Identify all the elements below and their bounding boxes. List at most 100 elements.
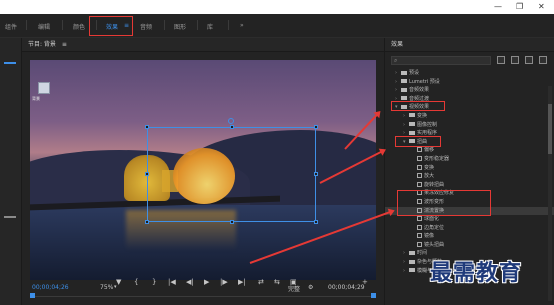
workspace-tab-color[interactable]: 颜色 — [73, 22, 85, 31]
effect-item-row[interactable]: 镜像 — [385, 232, 554, 241]
effect-item-row[interactable]: 边角定位 — [385, 224, 554, 233]
effect-label: 变形稳定器 — [424, 155, 450, 162]
minimize-button[interactable]: — — [494, 2, 502, 12]
maximize-button[interactable]: ❐ — [516, 2, 523, 12]
workspace-tab-assembly[interactable]: 组件 — [5, 22, 17, 31]
close-button[interactable]: ✕ — [538, 2, 545, 12]
folder-icon — [401, 79, 407, 84]
mark-in-button[interactable]: { — [134, 278, 138, 286]
playhead-marker — [4, 62, 16, 64]
resize-handle[interactable] — [314, 220, 318, 224]
workspace-tab-audio[interactable]: 音频 — [140, 22, 152, 31]
program-monitor-title[interactable]: 节目: 背景 — [28, 41, 56, 48]
workspace-tab-libraries[interactable]: 库 — [207, 22, 213, 31]
annotation-box-distort — [395, 136, 441, 147]
workspace-tab-editing[interactable]: 编辑 — [38, 22, 50, 31]
effect-label: 镜像 — [424, 233, 435, 240]
resize-handle[interactable] — [314, 172, 318, 176]
resize-handle[interactable] — [230, 125, 234, 129]
effects-search-input[interactable]: ⌕ — [391, 56, 491, 65]
effect-label: 变换 — [424, 164, 435, 171]
video-frame[interactable]: 背景 — [30, 60, 376, 280]
resize-handle[interactable] — [230, 220, 234, 224]
32bit-effects-filter-icon[interactable] — [511, 56, 519, 64]
effect-item-row[interactable]: 偏移 — [385, 146, 554, 155]
effects-panel-title[interactable]: 效果 — [391, 41, 403, 48]
folder-icon — [409, 268, 415, 273]
button-editor-button[interactable]: + — [362, 278, 368, 286]
scroll-thumb[interactable] — [548, 104, 552, 154]
folder-icon — [409, 113, 415, 118]
effect-icon — [417, 241, 422, 247]
transform-bounding-box[interactable] — [145, 125, 318, 224]
program-monitor-header: 节目: 背景 ≡ — [22, 38, 384, 52]
annotation-box-turbulent-displace — [397, 190, 491, 216]
effect-label: 时间 — [417, 250, 428, 257]
effects-panel-header: 效果 — [385, 38, 554, 52]
effects-scrollbar[interactable] — [548, 86, 552, 301]
effect-label: 旋转扭曲 — [424, 181, 445, 188]
extract-button[interactable]: ⇆ — [274, 278, 280, 286]
folder-icon — [401, 96, 407, 101]
workspace-overflow-button[interactable]: » — [240, 22, 244, 29]
effect-item-row[interactable]: 球面化 — [385, 215, 554, 224]
left-panel-strip — [0, 38, 22, 305]
resize-handle[interactable] — [145, 220, 149, 224]
effect-item-row[interactable]: 变换 — [385, 164, 554, 173]
effects-folder-row[interactable]: › 音频效果 — [385, 86, 554, 95]
rotation-handle[interactable] — [228, 118, 234, 124]
workspace-divider — [62, 20, 63, 30]
resize-handle[interactable] — [145, 125, 149, 129]
effect-icon — [417, 181, 422, 187]
folder-icon — [401, 70, 407, 75]
workspace-divider — [164, 20, 165, 30]
add-marker-button[interactable]: ▼ — [116, 278, 121, 286]
effect-item-row[interactable]: 放大 — [385, 172, 554, 181]
monitor-timeline-ruler[interactable] — [30, 293, 376, 300]
desktop-file-icon — [38, 82, 50, 94]
workspace-tab-graphics[interactable]: 图形 — [174, 22, 186, 31]
go-to-in-button[interactable]: |◀ — [168, 278, 176, 286]
watermark-text: 最需教育 — [430, 261, 523, 286]
annotation-box-video-effects — [391, 101, 445, 111]
effect-label: 图像控制 — [417, 121, 438, 128]
panel-menu-icon[interactable]: ≡ — [62, 41, 67, 48]
effect-label: 偏移 — [424, 147, 435, 154]
resize-handle[interactable] — [314, 125, 318, 129]
play-button[interactable]: ▶ — [204, 278, 209, 286]
effect-label: 球面化 — [424, 216, 440, 223]
effect-icon — [417, 216, 422, 222]
yuv-effects-filter-icon[interactable] — [525, 56, 533, 64]
step-forward-button[interactable]: |▶ — [220, 278, 228, 286]
effect-item-row[interactable]: 变形稳定器 — [385, 155, 554, 164]
effect-item-row[interactable]: 镜头扭曲 — [385, 241, 554, 250]
step-back-button[interactable]: ◀| — [186, 278, 194, 286]
effects-folder-row[interactable]: › 变换 — [385, 112, 554, 121]
effects-folder-row[interactable]: › Lumetri 预设 — [385, 78, 554, 87]
effects-tree: › 预设 › Lumetri 预设 › 音频效果 › 音频过渡 ▾ 视频效果 › 变换 › 图像控制 › 实用… — [385, 69, 554, 275]
effect-icon — [417, 233, 422, 239]
lift-button[interactable]: ⇄ — [258, 278, 264, 286]
annotation-box-effects-tab — [89, 16, 133, 36]
track-marker — [4, 216, 16, 218]
export-frame-button[interactable]: ▣ — [290, 278, 297, 286]
program-monitor: 节目: 背景 ≡ 背景 00;00;04;26 75% ▾ 完整 ⚙ 00;00… — [22, 38, 384, 305]
desktop-file-label: 背景 — [32, 96, 40, 101]
effect-icon — [417, 155, 422, 161]
resize-handle[interactable] — [145, 172, 149, 176]
effect-icon — [417, 173, 422, 179]
folder-icon — [409, 259, 415, 264]
workspace-bar: 组件 编辑 颜色 效果 ≡ 音频 图形 库 » — [0, 14, 554, 38]
go-to-out-button[interactable]: ▶| — [238, 278, 246, 286]
new-bin-icon[interactable] — [539, 56, 547, 64]
effects-folder-row[interactable]: › 图像控制 — [385, 121, 554, 130]
effect-icon — [417, 147, 422, 153]
effect-label: 镜头扭曲 — [424, 241, 445, 248]
effect-item-row[interactable]: 旋转扭曲 — [385, 181, 554, 190]
workspace-divider — [197, 20, 198, 30]
mark-out-button[interactable]: } — [152, 278, 156, 286]
effects-folder-row[interactable]: › 预设 — [385, 69, 554, 78]
accelerated-effects-filter-icon[interactable] — [497, 56, 505, 64]
effect-label: 放大 — [424, 173, 435, 180]
effect-label: 预设 — [409, 70, 420, 76]
